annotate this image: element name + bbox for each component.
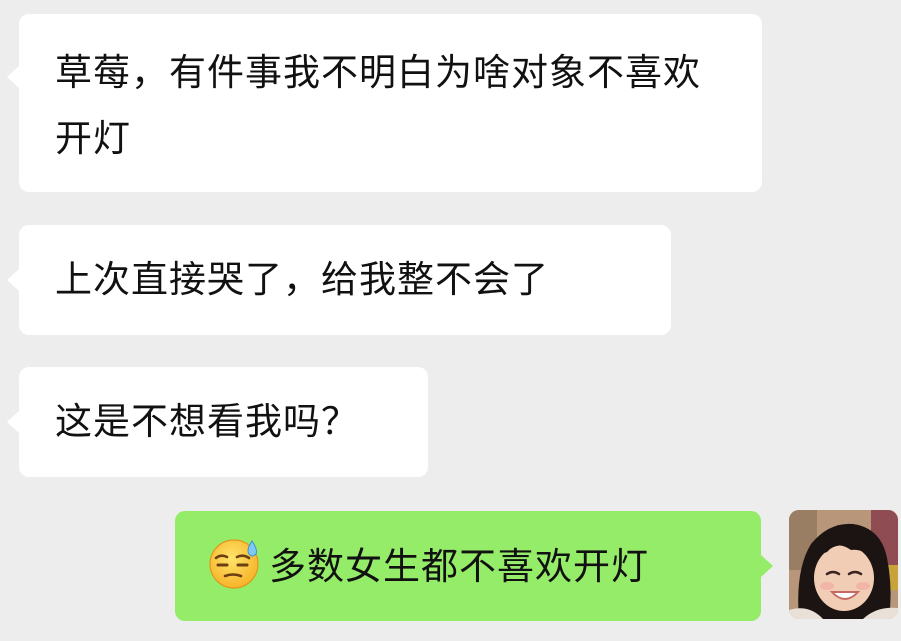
incoming-message-bubble[interactable]: 这是不想看我吗？ [7, 367, 428, 477]
user-avatar[interactable] [789, 510, 898, 619]
bubble-tail [7, 269, 19, 291]
incoming-message-bubble[interactable]: 草莓，有件事我不明白为啥对象不喜欢开灯 [7, 14, 762, 192]
message-text: 这是不想看我吗？ [55, 400, 359, 443]
bubble-tail [7, 411, 19, 433]
message-text: 多数女生都不喜欢开灯 [269, 545, 649, 588]
girl-portrait-icon [789, 510, 898, 619]
message-text: 草莓，有件事我不明白为啥对象不喜欢开灯 [55, 51, 701, 160]
outgoing-message-bubble[interactable]: 多数女生都不喜欢开灯 [175, 511, 773, 621]
downcast-face-with-sweat-emoji-icon [209, 539, 259, 589]
incoming-message-bubble[interactable]: 上次直接哭了，给我整不会了 [7, 225, 671, 335]
message-text: 上次直接哭了，给我整不会了 [55, 258, 549, 301]
bubble-tail [761, 555, 773, 577]
bubble-tail [7, 66, 19, 88]
